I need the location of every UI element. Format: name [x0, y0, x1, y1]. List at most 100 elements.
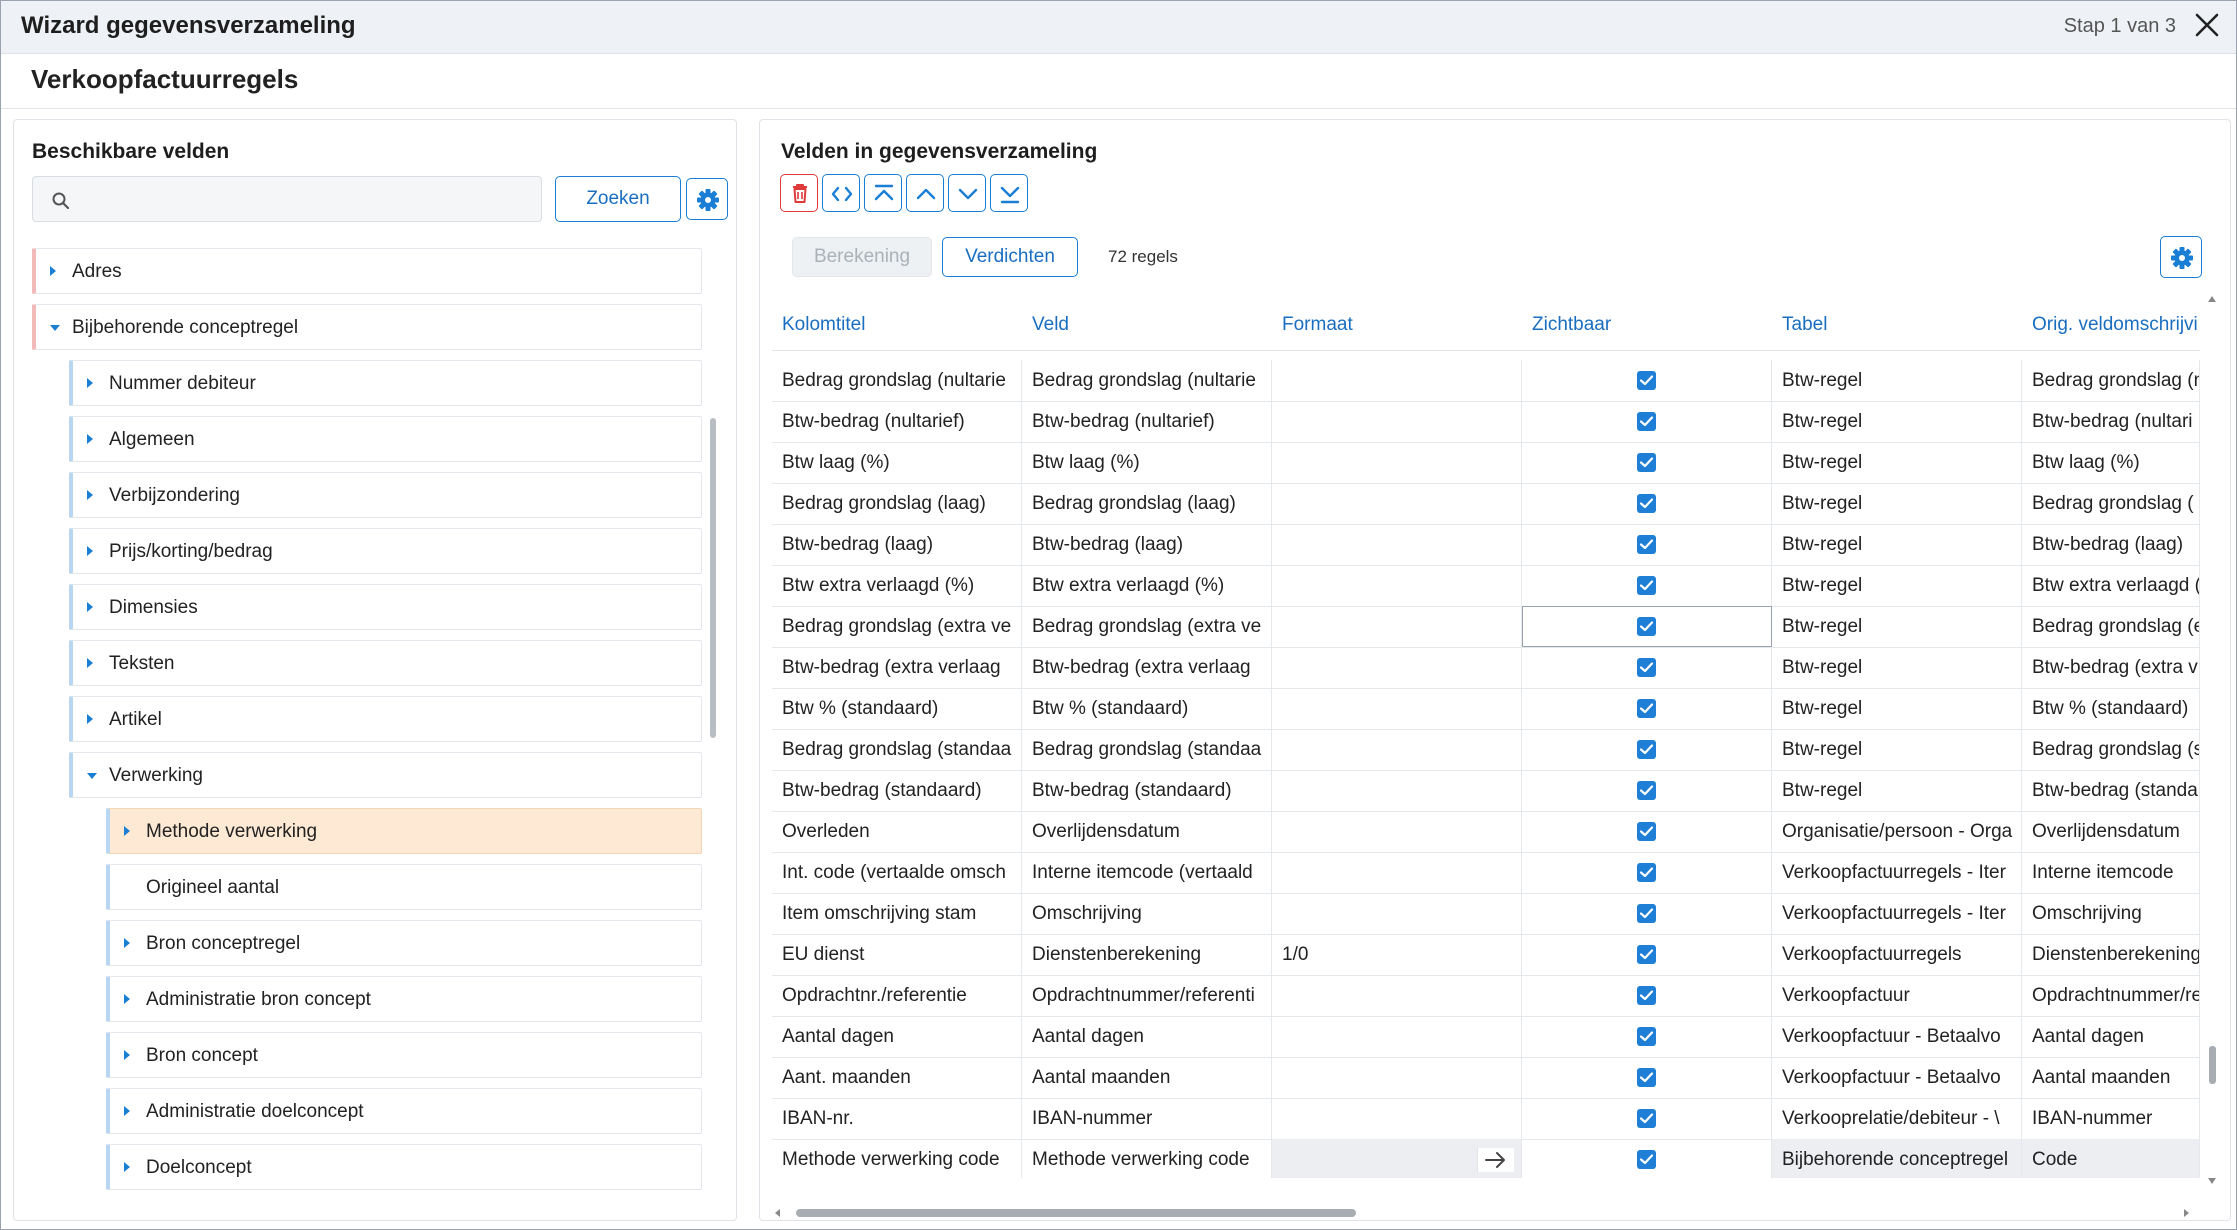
cell-kolomtitel[interactable]: Opdrachtnr./referentie: [772, 975, 1022, 1016]
table-row[interactable]: Btw % (standaard) Btw % (standaard) Btw-re…: [772, 688, 2200, 730]
cell-orig[interactable]: Code: [2022, 1139, 2200, 1178]
cell-tabel[interactable]: Btw-regel: [1772, 565, 2022, 606]
table-row[interactable]: Btw-bedrag (extra verlaag Btw-bedrag (ext…: [772, 647, 2200, 689]
cell-kolomtitel[interactable]: Btw laag (%): [772, 442, 1022, 483]
table-row[interactable]: Btw extra verlaagd (%) Btw extra verlaagd…: [772, 565, 2200, 607]
cell-orig[interactable]: IBAN-nummer: [2022, 1098, 2200, 1139]
cell-zichtbaar[interactable]: [1522, 524, 1772, 565]
table-row[interactable]: Bedrag grondslag (nultarie Bedrag grondsl…: [772, 360, 2200, 402]
visible-checkbox[interactable]: [1637, 863, 1656, 882]
cell-tabel[interactable]: Btw-regel: [1772, 647, 2022, 688]
visible-checkbox[interactable]: [1637, 576, 1656, 595]
column-header[interactable]: Zichtbaar: [1532, 314, 1611, 336]
visible-checkbox[interactable]: [1637, 1109, 1656, 1128]
cell-kolomtitel[interactable]: Btw-bedrag (nultarief): [772, 401, 1022, 442]
visible-checkbox[interactable]: [1637, 412, 1656, 431]
caret-right-icon[interactable]: [87, 490, 93, 500]
tree-node[interactable]: Methode verwerking: [106, 808, 702, 854]
cell-veld[interactable]: Aantal maanden: [1022, 1057, 1272, 1098]
table-row[interactable]: Opdrachtnr./referentie Opdrachtnummer/ref…: [772, 975, 2200, 1017]
cell-tabel[interactable]: Verkoopfactuurregels - Iter: [1772, 852, 2022, 893]
cell-veld[interactable]: Omschrijving: [1022, 893, 1272, 934]
visible-checkbox[interactable]: [1637, 986, 1656, 1005]
visible-checkbox[interactable]: [1637, 535, 1656, 554]
cell-formaat[interactable]: [1272, 729, 1522, 770]
cell-veld[interactable]: IBAN-nummer: [1022, 1098, 1272, 1139]
cell-veld[interactable]: Aantal dagen: [1022, 1016, 1272, 1057]
visible-checkbox[interactable]: [1637, 453, 1656, 472]
cell-orig[interactable]: Btw-bedrag (standa: [2022, 770, 2200, 811]
cell-veld[interactable]: Btw-bedrag (nultarief): [1022, 401, 1272, 442]
tree-node[interactable]: Prijs/korting/bedrag: [69, 528, 702, 574]
cell-tabel[interactable]: Btw-regel: [1772, 606, 2022, 647]
tree-node[interactable]: Verwerking: [69, 752, 702, 798]
table-row[interactable]: Bedrag grondslag (extra ve Bedrag grondsl…: [772, 606, 2200, 648]
cell-tabel[interactable]: Verkooprelatie/debiteur - \: [1772, 1098, 2022, 1139]
cell-formaat[interactable]: [1272, 483, 1522, 524]
cell-veld[interactable]: Btw % (standaard): [1022, 688, 1272, 729]
table-row[interactable]: Aantal dagen Aantal dagen Verkoopfactuur -…: [772, 1016, 2200, 1058]
cell-kolomtitel[interactable]: Bedrag grondslag (extra ve: [772, 606, 1022, 647]
cell-tabel[interactable]: Btw-regel: [1772, 442, 2022, 483]
tree-node[interactable]: Administratie bron concept: [106, 976, 702, 1022]
cell-zichtbaar[interactable]: [1522, 811, 1772, 852]
grid-vertical-scrollbar[interactable]: [2204, 290, 2220, 1190]
cell-formaat[interactable]: [1272, 401, 1522, 442]
tree-node[interactable]: Bron concept: [106, 1032, 702, 1078]
tree-node[interactable]: Teksten: [69, 640, 702, 686]
cell-formaat[interactable]: [1272, 1098, 1522, 1139]
table-row[interactable]: Btw-bedrag (standaard) Btw-bedrag (standa…: [772, 770, 2200, 812]
tree-node[interactable]: Algemeen: [69, 416, 702, 462]
cell-orig[interactable]: Bedrag grondslag (e: [2022, 606, 2200, 647]
tree-node[interactable]: Bijbehorende conceptregel: [32, 304, 702, 350]
cell-zichtbaar[interactable]: [1522, 893, 1772, 934]
table-row[interactable]: Aant. maanden Aantal maanden Verkoopfactuu…: [772, 1057, 2200, 1099]
cell-veld[interactable]: Bedrag grondslag (nultarie: [1022, 360, 1272, 401]
cell-tabel[interactable]: Verkoopfactuurregels: [1772, 934, 2022, 975]
table-row[interactable]: Btw-bedrag (nultarief) Btw-bedrag (nultar…: [772, 401, 2200, 443]
close-icon[interactable]: [2192, 10, 2222, 40]
cell-kolomtitel[interactable]: IBAN-nr.: [772, 1098, 1022, 1139]
cell-zichtbaar[interactable]: [1522, 401, 1772, 442]
cell-zichtbaar[interactable]: [1522, 1139, 1772, 1178]
cell-kolomtitel[interactable]: Btw % (standaard): [772, 688, 1022, 729]
cell-kolomtitel[interactable]: Btw-bedrag (laag): [772, 524, 1022, 565]
table-row[interactable]: Btw laag (%) Btw laag (%) Btw-regel Btw laa…: [772, 442, 2200, 484]
cell-zichtbaar[interactable]: [1522, 852, 1772, 893]
cell-orig[interactable]: Btw-bedrag (laag): [2022, 524, 2200, 565]
cell-orig[interactable]: Omschrijving: [2022, 893, 2200, 934]
caret-right-icon[interactable]: [124, 994, 130, 1004]
move-up-button[interactable]: [906, 174, 944, 212]
cell-veld[interactable]: Btw-bedrag (laag): [1022, 524, 1272, 565]
cell-formaat[interactable]: [1272, 647, 1522, 688]
cell-orig[interactable]: Opdrachtnummer/re: [2022, 975, 2200, 1016]
tree-node[interactable]: Dimensies: [69, 584, 702, 630]
cell-tabel[interactable]: Bijbehorende conceptregel: [1772, 1139, 2022, 1178]
cell-tabel[interactable]: Btw-regel: [1772, 729, 2022, 770]
cell-tabel[interactable]: Btw-regel: [1772, 688, 2022, 729]
cell-formaat[interactable]: [1272, 688, 1522, 729]
caret-right-icon[interactable]: [87, 658, 93, 668]
tree-node[interactable]: Bron conceptregel: [106, 920, 702, 966]
cell-formaat[interactable]: [1272, 811, 1522, 852]
cell-zichtbaar[interactable]: [1522, 442, 1772, 483]
cell-veld[interactable]: Overlijdensdatum: [1022, 811, 1272, 852]
cell-formaat[interactable]: [1272, 770, 1522, 811]
visible-checkbox[interactable]: [1637, 904, 1656, 923]
visible-checkbox[interactable]: [1637, 1068, 1656, 1087]
visible-checkbox[interactable]: [1637, 740, 1656, 759]
cell-orig[interactable]: Bedrag grondslag (n: [2022, 360, 2200, 401]
cell-zichtbaar[interactable]: [1522, 565, 1772, 606]
caret-down-icon[interactable]: [50, 325, 60, 331]
cell-tabel[interactable]: Verkoopfactuur - Betaalvo: [1772, 1016, 2022, 1057]
cell-tabel[interactable]: Btw-regel: [1772, 360, 2022, 401]
tree-node[interactable]: Origineel aantal: [106, 864, 702, 910]
grid-horizontal-scrollbar[interactable]: [772, 1206, 2200, 1220]
table-row[interactable]: Bedrag grondslag (standaa Bedrag grondsla…: [772, 729, 2200, 771]
visible-checkbox[interactable]: [1637, 1027, 1656, 1046]
table-row[interactable]: Methode verwerking code Methode verwerkin…: [772, 1139, 2200, 1178]
cell-veld[interactable]: Interne itemcode (vertaald: [1022, 852, 1272, 893]
verdichten-button[interactable]: Verdichten: [942, 237, 1078, 277]
cell-kolomtitel[interactable]: Int. code (vertaalde omsch: [772, 852, 1022, 893]
caret-right-icon[interactable]: [124, 938, 130, 948]
